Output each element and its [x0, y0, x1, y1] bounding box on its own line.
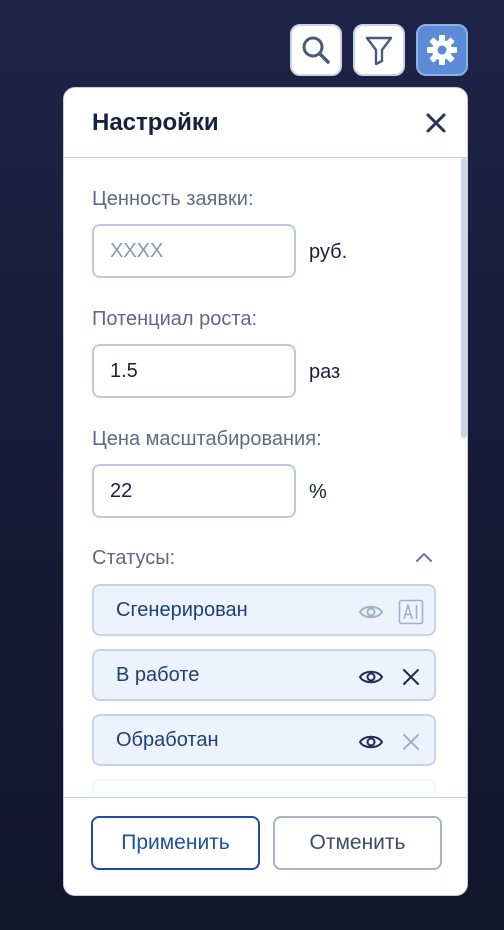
panel-title: Настройки — [92, 109, 219, 136]
value-input[interactable] — [92, 224, 296, 278]
scale-unit: % — [309, 481, 327, 503]
growth-input[interactable] — [92, 344, 296, 398]
scale-label: Цена масштабирования: — [92, 428, 322, 450]
scrollbar[interactable] — [461, 158, 467, 438]
panel-header: Настройки — [64, 88, 467, 158]
ai-icon[interactable] — [398, 599, 424, 625]
settings-panel: Настройки Ценность заявки: руб. Потенциа… — [63, 87, 468, 896]
close-icon[interactable] — [398, 729, 424, 755]
scale-input[interactable] — [92, 464, 296, 518]
status-item-generated[interactable]: Сгенерирован — [92, 584, 436, 636]
apply-button[interactable]: Применить — [91, 816, 260, 870]
growth-unit: раз — [309, 361, 341, 383]
settings-button[interactable] — [416, 24, 468, 76]
close-icon[interactable] — [423, 110, 449, 136]
growth-label: Потенциал роста: — [92, 308, 257, 330]
value-unit: руб. — [309, 241, 348, 263]
search-icon — [302, 36, 330, 64]
status-item-in-progress[interactable]: В работе — [92, 649, 436, 701]
status-label: Обработан — [116, 729, 219, 751]
value-label: Ценность заявки: — [92, 188, 254, 210]
eye-icon[interactable] — [358, 664, 384, 690]
chevron-up-icon[interactable] — [412, 546, 436, 570]
close-icon[interactable] — [398, 664, 424, 690]
status-label: В работе — [116, 664, 200, 686]
gear-icon — [427, 35, 457, 65]
cancel-button[interactable]: Отменить — [273, 816, 442, 870]
statuses-label: Статусы: — [92, 547, 176, 569]
panel-footer: Применить Отменить — [64, 797, 467, 895]
search-button[interactable] — [290, 24, 342, 76]
filter-icon — [365, 36, 393, 66]
status-label: Сгенерирован — [116, 599, 248, 621]
status-item-processed[interactable]: Обработан — [92, 714, 436, 766]
eye-icon[interactable] — [358, 729, 384, 755]
filter-button[interactable] — [353, 24, 405, 76]
eye-icon[interactable] — [358, 599, 384, 625]
scroll-fade — [64, 768, 467, 798]
